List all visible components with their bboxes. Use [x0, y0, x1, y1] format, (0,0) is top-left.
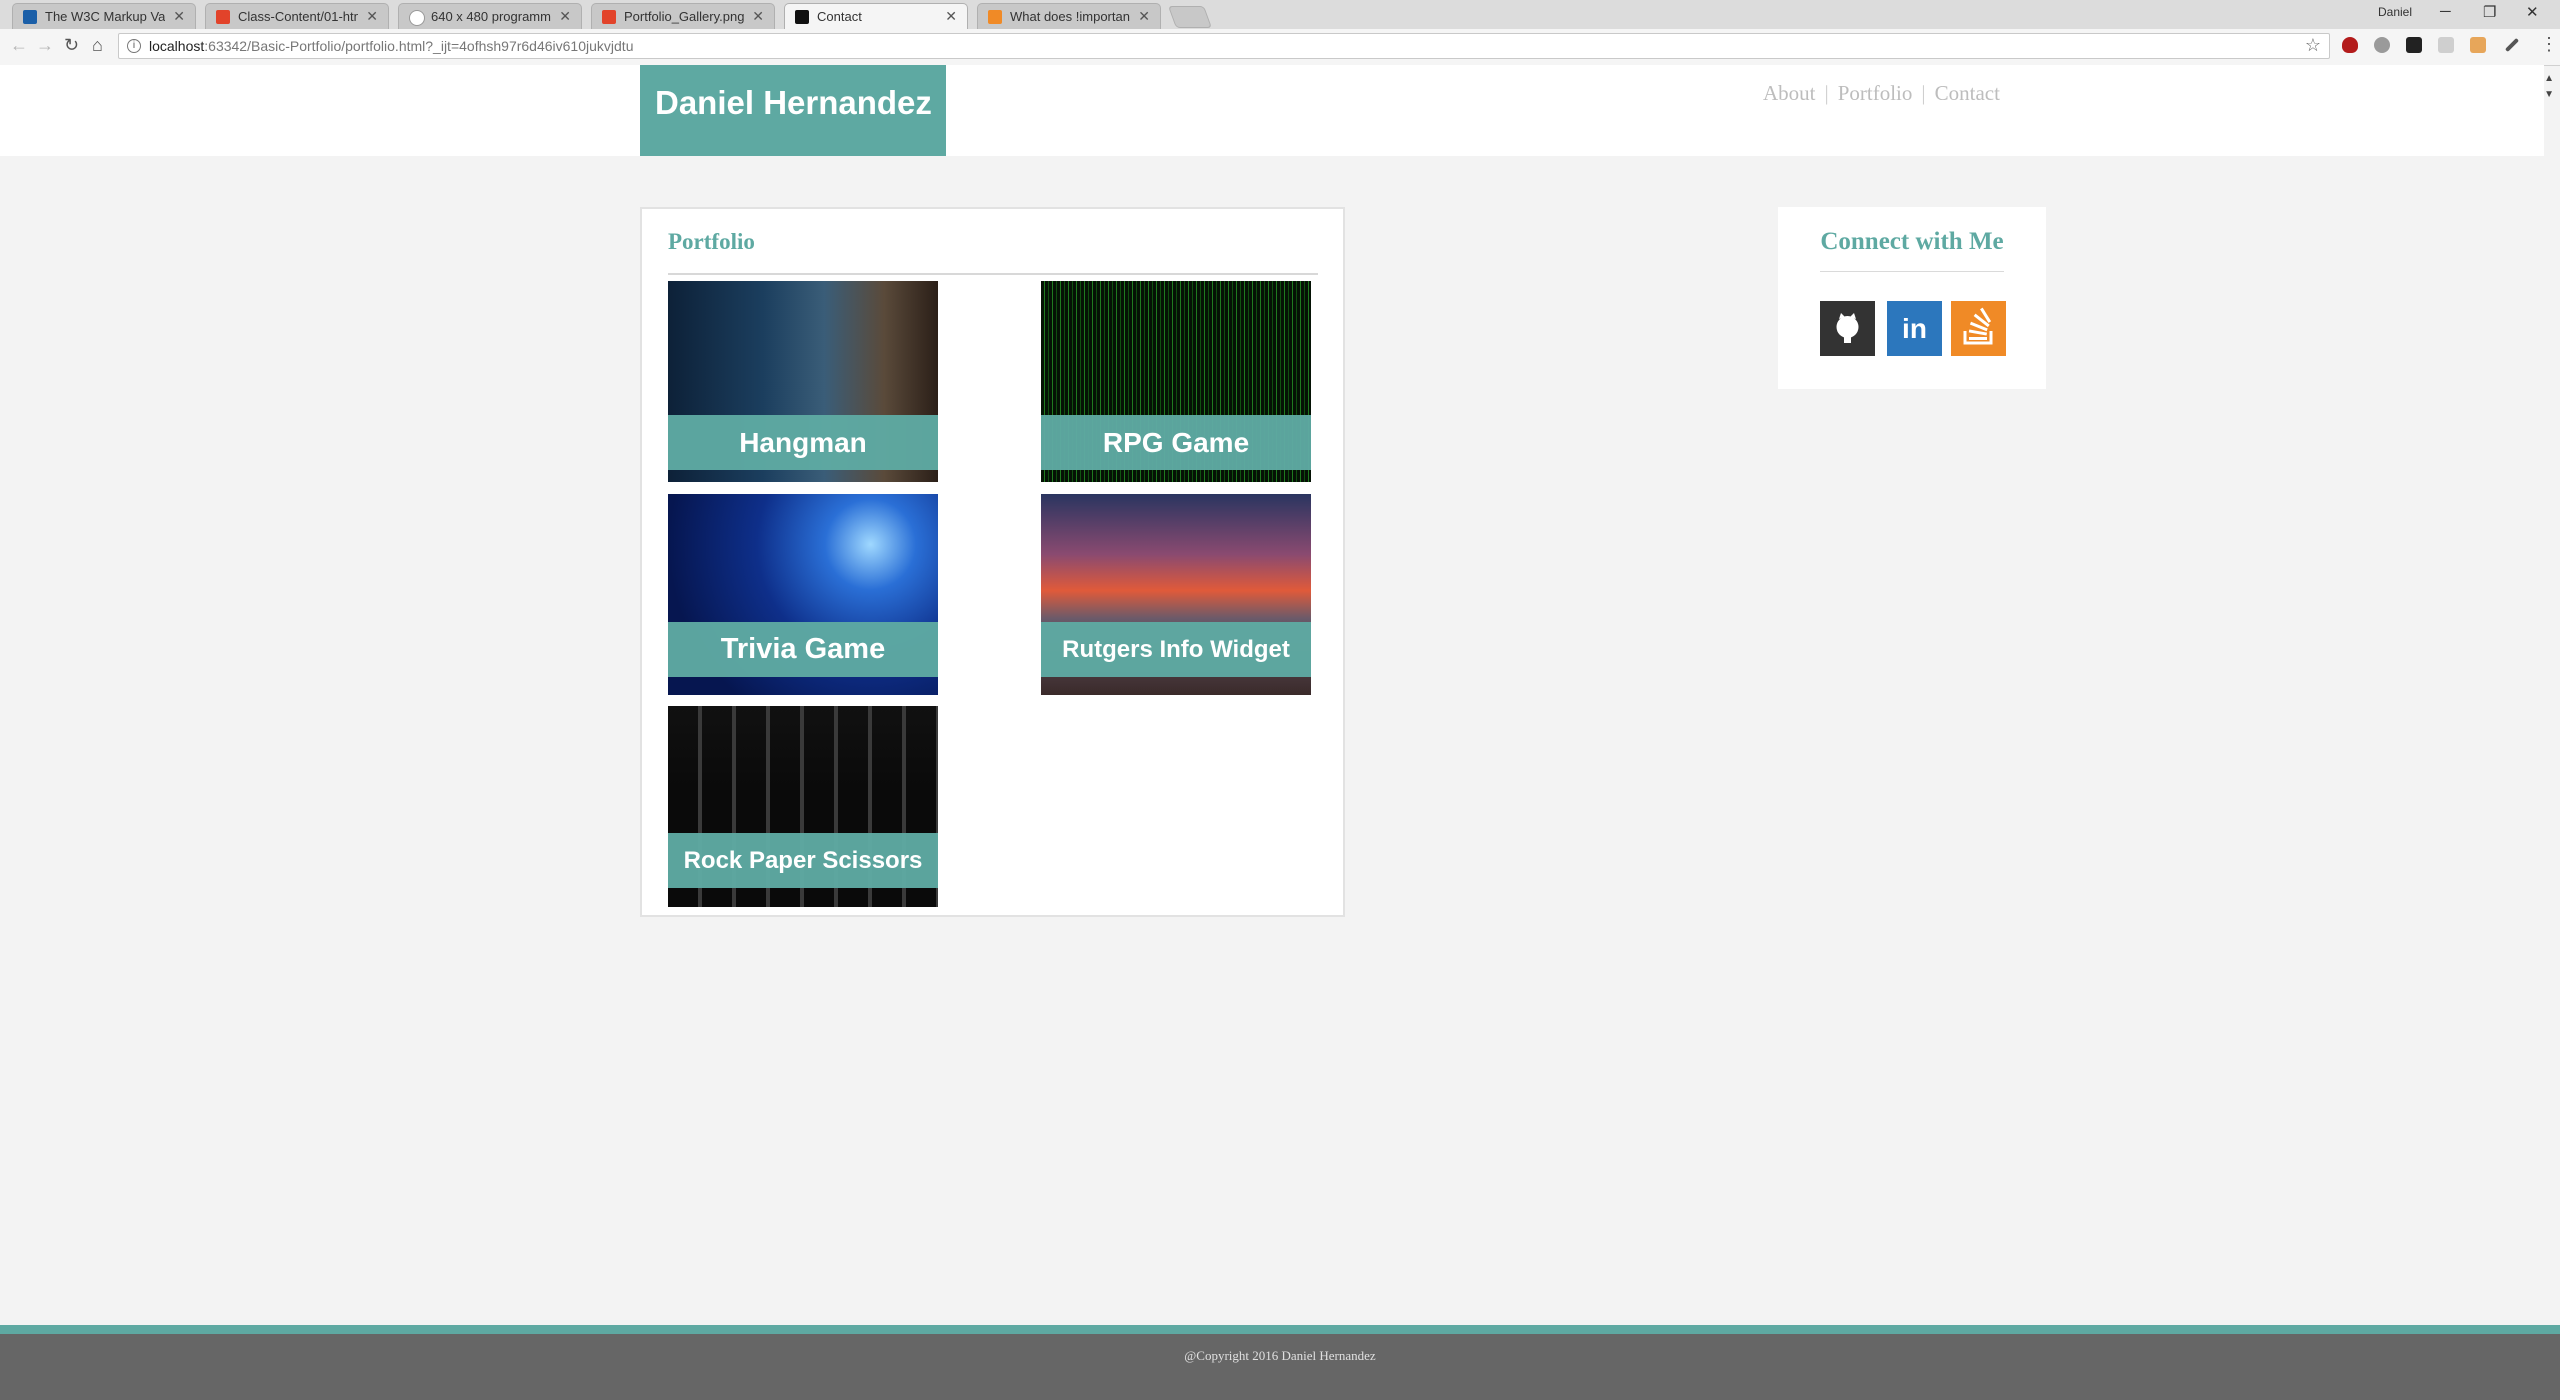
divider	[668, 273, 1318, 275]
w3c-icon	[23, 10, 37, 24]
stackoverflow-icon	[1963, 307, 1993, 345]
nav-portfolio[interactable]: Portfolio	[1838, 81, 1913, 105]
footer-accent-bar	[0, 1325, 2560, 1334]
extension-icon[interactable]	[2438, 37, 2454, 53]
webstorm-icon	[795, 10, 809, 24]
gitlab-icon	[602, 10, 616, 24]
divider	[1820, 271, 2004, 272]
portfolio-item-label: Rutgers Info Widget	[1041, 622, 1311, 677]
tab-label: Class-Content/01-html-	[238, 9, 358, 24]
portfolio-item-label: Hangman	[668, 415, 938, 470]
home-icon[interactable]: ⌂	[92, 35, 103, 56]
brand-name: Daniel Hernandez	[655, 84, 932, 121]
portfolio-item-rpg-game[interactable]: RPG Game	[1041, 281, 1311, 482]
url-host: localhost	[149, 38, 205, 54]
tab-contact[interactable]: Contact ✕	[784, 3, 968, 29]
restore-icon[interactable]: ❐	[2483, 3, 2496, 21]
site-header: Daniel Hernandez About | Portfolio | Contact	[0, 65, 2544, 156]
address-bar[interactable]: i localhost:63342/Basic-Portfolio/portfo…	[118, 33, 2330, 59]
google-icon	[409, 10, 425, 26]
portfolio-section: Portfolio Hangman RPG Game Trivia Game R…	[640, 207, 1345, 917]
tab-label: Portfolio_Gallery.png (1	[624, 9, 744, 24]
tab-google-search[interactable]: 640 x 480 programming ✕	[398, 3, 582, 29]
close-icon[interactable]: ✕	[173, 8, 185, 25]
connect-title: Connect with Me	[1820, 228, 2004, 255]
copyright-text: @Copyright 2016 Daniel Hernandez	[1184, 1348, 1376, 1363]
close-icon[interactable]: ✕	[752, 8, 764, 25]
tab-portfolio-gallery[interactable]: Portfolio_Gallery.png (1 ✕	[591, 3, 775, 29]
portfolio-item-rutgers-info-widget[interactable]: Rutgers Info Widget	[1041, 494, 1311, 695]
stackoverflow-icon	[988, 10, 1002, 24]
close-icon[interactable]: ✕	[559, 8, 571, 25]
close-icon[interactable]: ✕	[1138, 8, 1150, 25]
page-viewport: Daniel Hernandez About | Portfolio | Contact…	[0, 65, 2560, 1400]
portfolio-title: Portfolio	[668, 229, 755, 254]
nav-separator: |	[1921, 81, 1926, 105]
extension-icon[interactable]	[2470, 37, 2486, 53]
close-icon[interactable]: ✕	[945, 8, 957, 25]
nav-about[interactable]: About	[1763, 81, 1816, 105]
minimize-icon[interactable]: ─	[2440, 3, 2451, 20]
back-icon[interactable]: ←	[10, 35, 28, 56]
portfolio-item-label: RPG Game	[1041, 415, 1311, 470]
github-icon	[1836, 313, 1859, 343]
nav-contact[interactable]: Contact	[1935, 81, 2000, 105]
extension-icon[interactable]	[2406, 37, 2422, 53]
forward-icon[interactable]: →	[36, 35, 54, 56]
profile-button[interactable]: Daniel	[2378, 5, 2412, 19]
tab-label: Contact	[817, 9, 862, 24]
tab-w3c-validator[interactable]: The W3C Markup Valida ✕	[12, 3, 196, 29]
nav-separator: |	[1824, 81, 1829, 105]
main-nav: About | Portfolio | Contact	[1763, 81, 2000, 106]
scroll-up-arrow[interactable]: ▲	[2544, 73, 2554, 84]
extension-icon[interactable]	[2374, 37, 2390, 53]
portfolio-item-rock-paper-scissors[interactable]: Rock Paper Scissors	[668, 706, 938, 907]
portfolio-item-label: Trivia Game	[668, 622, 938, 677]
site-footer: @Copyright 2016 Daniel Hernandez	[0, 1334, 2560, 1400]
reload-icon[interactable]: ↻	[64, 35, 79, 56]
stackoverflow-link[interactable]	[1951, 301, 2006, 356]
tab-label: 640 x 480 programming	[431, 9, 551, 24]
close-icon[interactable]: ✕	[366, 8, 378, 25]
portfolio-item-hangman[interactable]: Hangman	[668, 281, 938, 482]
eyedropper-icon[interactable]	[2504, 37, 2520, 53]
address-toolbar: ← → ↻ ⌂ i localhost:63342/Basic-Portfoli…	[0, 29, 2560, 66]
portfolio-item-trivia-game[interactable]: Trivia Game	[668, 494, 938, 695]
url-path: :63342/Basic-Portfolio/portfolio.html?_i…	[204, 38, 634, 54]
ublock-icon[interactable]	[2342, 37, 2358, 53]
bookmark-star-icon[interactable]: ☆	[2305, 35, 2321, 56]
browser-menu-icon[interactable]: ⋮	[2540, 34, 2558, 55]
tab-label: The W3C Markup Valida	[45, 9, 165, 24]
linkedin-icon: in	[1902, 313, 1927, 344]
connect-panel: Connect with Me in	[1778, 207, 2046, 389]
scroll-down-arrow[interactable]: ▼	[2544, 89, 2554, 100]
tab-class-content[interactable]: Class-Content/01-html- ✕	[205, 3, 389, 29]
github-link[interactable]	[1820, 301, 1875, 356]
url-text[interactable]: localhost:63342/Basic-Portfolio/portfoli…	[149, 38, 633, 54]
info-icon[interactable]: i	[127, 39, 141, 53]
portfolio-item-label: Rock Paper Scissors	[668, 833, 938, 888]
gitlab-icon	[216, 10, 230, 24]
brand-logo[interactable]: Daniel Hernandez	[640, 65, 946, 156]
tab-label: What does !important in	[1010, 9, 1130, 24]
linkedin-link[interactable]: in	[1887, 301, 1942, 356]
tab-strip: The W3C Markup Valida ✕ Class-Content/01…	[0, 0, 2560, 29]
tab-stackoverflow[interactable]: What does !important in ✕	[977, 3, 1161, 29]
close-window-icon[interactable]: ✕	[2526, 3, 2539, 21]
new-tab-button[interactable]	[1167, 6, 1213, 28]
